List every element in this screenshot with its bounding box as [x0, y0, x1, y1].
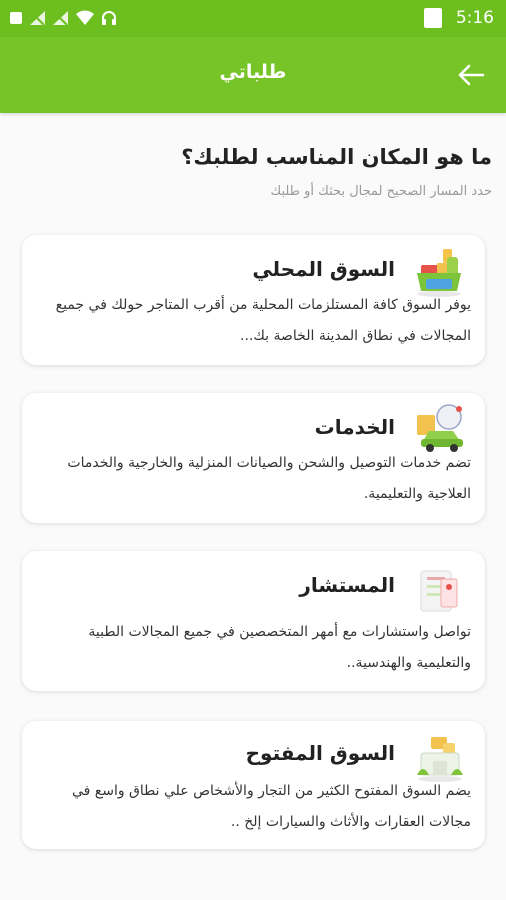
option-description: تضم خدمات التوصيل والشحن والصيانات المنز… [67, 455, 471, 502]
option-title: الخدمات [314, 415, 395, 439]
status-bar: 5:16 [0, 0, 506, 37]
main-content: ما هو المكان المناسب لطلبك؟ حدد المسار ا… [0, 113, 506, 900]
option-title: السوق المحلي [252, 257, 395, 281]
battery-icon [423, 8, 442, 28]
back-arrow-icon[interactable] [456, 63, 486, 87]
headset-icon [100, 9, 118, 27]
no-signal-icon-2 [52, 10, 70, 26]
option-card-consultant[interactable]: المستشار تواصل واستشارات مع أمهر المتخصص… [22, 551, 485, 691]
option-card-local-market[interactable]: السوق المحلي يوفر السوق كافة المستلزمات … [22, 235, 485, 365]
page-subheading: حدد المسار الصحيح لمجال بحثك أو طلبك [270, 184, 492, 199]
app-bar: طلباتي [0, 37, 506, 113]
no-signal-icon [29, 10, 47, 26]
status-icons [8, 8, 118, 28]
option-card-open-market[interactable]: السوق المفتوح يضم السوق المفتوح الكثير م… [22, 721, 485, 849]
option-card-services[interactable]: الخدمات تضم خدمات التوصيل والشحن والصيان… [22, 393, 485, 523]
wifi-icon [75, 10, 95, 26]
option-description: يوفر السوق كافة المستلزمات المحلية من أق… [55, 297, 471, 344]
status-time: 5:16 [455, 8, 494, 28]
page-heading: ما هو المكان المناسب لطلبك؟ [181, 145, 492, 169]
app-bar-title: طلباتي [219, 61, 287, 83]
option-title: المستشار [299, 573, 395, 597]
notification-square-icon [8, 10, 24, 26]
option-description: تواصل واستشارات مع أمهر المتخصصين في جمي… [88, 624, 471, 671]
option-title: السوق المفتوح [245, 741, 395, 765]
status-right: 5:16 [423, 6, 494, 30]
option-description: يضم السوق المفتوح الكثير من التجار والأش… [71, 783, 471, 830]
consultant-document-icon [413, 565, 467, 619]
